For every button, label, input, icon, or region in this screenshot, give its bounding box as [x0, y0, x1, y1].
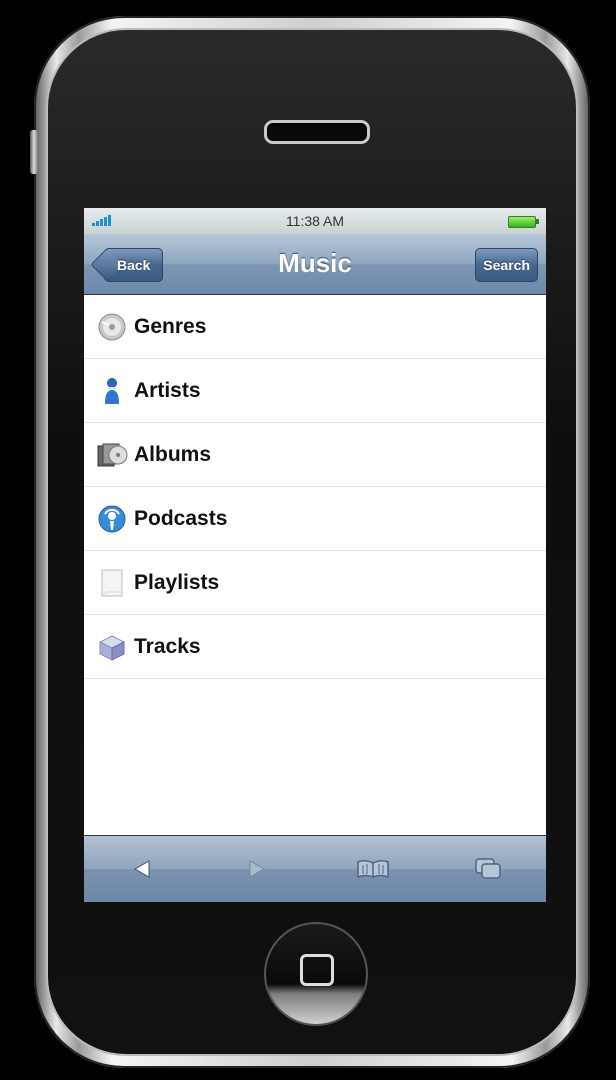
home-button[interactable] — [264, 922, 368, 1026]
screen: 11:38 AM Back Music Search Genres Artist… — [84, 208, 546, 902]
list-item-label: Genres — [134, 314, 207, 338]
list-item-podcasts[interactable]: Podcasts — [84, 487, 546, 551]
list-item-label: Albums — [134, 442, 212, 466]
track-icon — [96, 631, 128, 663]
music-menu-list: Genres Artists Albums Podcasts Playlists — [84, 295, 546, 679]
list-item-playlists[interactable]: Playlists — [84, 551, 546, 615]
browser-toolbar — [84, 835, 546, 902]
list-item-label: Playlists — [134, 570, 220, 594]
list-item-artists[interactable]: Artists — [84, 359, 546, 423]
pages-icon[interactable] — [458, 849, 518, 889]
bookmarks-icon[interactable] — [343, 849, 403, 889]
home-square-icon — [300, 954, 334, 986]
forward-arrow-icon[interactable] — [227, 849, 287, 889]
battery-icon — [508, 216, 539, 228]
navigation-bar: Back Music Search — [84, 234, 546, 295]
status-bar: 11:38 AM — [84, 208, 546, 234]
status-time: 11:38 AM — [285, 213, 345, 229]
album-icon — [96, 439, 128, 471]
list-item-genres[interactable]: Genres — [84, 295, 546, 359]
earpiece-speaker — [264, 120, 370, 144]
search-button[interactable]: Search — [475, 248, 538, 282]
side-button — [30, 130, 38, 174]
list-item-tracks[interactable]: Tracks — [84, 615, 546, 679]
list-item-label: Artists — [134, 378, 201, 402]
list-item-albums[interactable]: Albums — [84, 423, 546, 487]
playlist-icon — [96, 567, 128, 599]
list-item-label: Podcasts — [134, 506, 228, 530]
back-arrow-icon[interactable] — [112, 849, 172, 889]
disc-icon — [96, 311, 128, 343]
artist-icon — [96, 375, 128, 407]
back-button[interactable]: Back — [104, 248, 164, 282]
podcast-icon — [96, 503, 128, 535]
list-item-label: Tracks — [134, 634, 201, 658]
